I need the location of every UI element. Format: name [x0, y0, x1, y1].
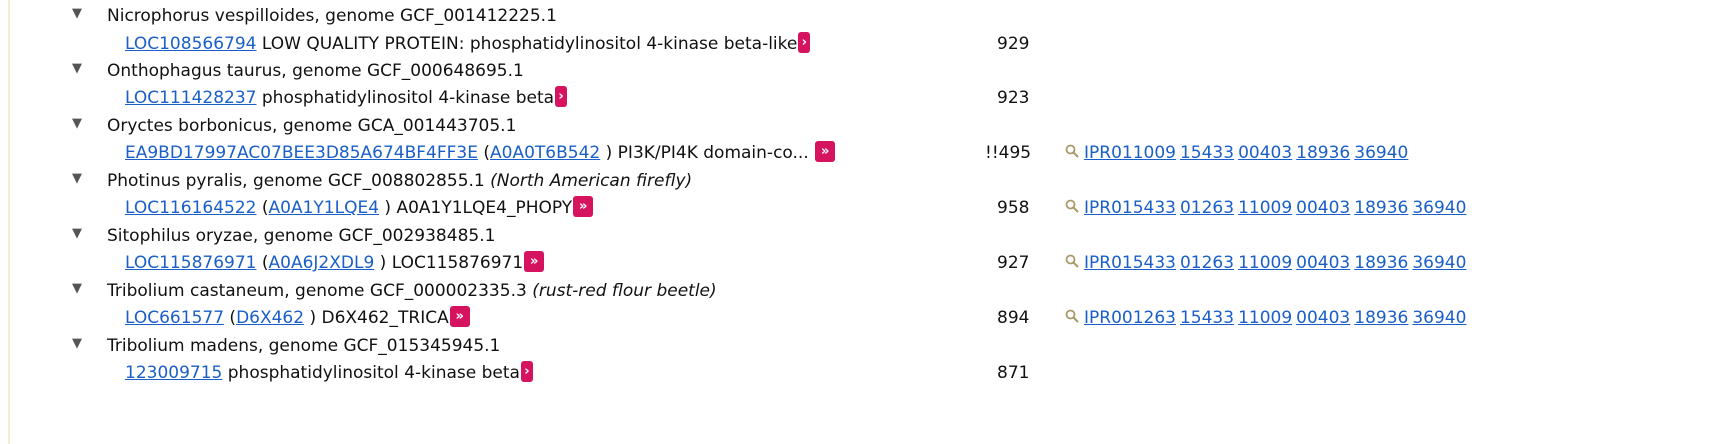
interpro-link[interactable]: 00403	[1296, 198, 1350, 218]
uniprot-open-paren: (	[224, 308, 237, 328]
protein-length: 927	[997, 253, 1030, 273]
interpro-link[interactable]: IPR001263	[1084, 308, 1176, 328]
protein-length: 894	[997, 308, 1030, 328]
protein-description: phosphatidylinositol 4-kinase beta	[256, 88, 555, 108]
protein-row: LOC116164522 (A0A1Y1LQE4 ) A0A1Y1LQE4_PH…	[0, 192, 1736, 224]
interpro-link[interactable]: 11009	[1238, 308, 1292, 328]
triangle-down-icon[interactable]: ▼	[72, 166, 82, 192]
chevron-right-icon[interactable]: ›	[798, 31, 811, 53]
locus-link[interactable]: LOC116164522	[125, 198, 256, 218]
magnifier-icon[interactable]	[1065, 254, 1079, 268]
interpro-domains: IPR015433 01263 11009 00403 18936 36940	[1065, 247, 1470, 279]
protein-length: 923	[997, 88, 1030, 108]
interpro-link[interactable]: 15433	[1180, 308, 1234, 328]
protein-length: !!495	[985, 143, 1032, 163]
interpro-link[interactable]: 00403	[1296, 253, 1350, 273]
chevron-right-icon[interactable]: »	[449, 305, 470, 327]
interpro-link[interactable]: 36940	[1354, 143, 1408, 163]
uniprot-link[interactable]: A0A1Y1LQE4	[269, 198, 380, 218]
interpro-link[interactable]: 18936	[1354, 308, 1408, 328]
uniprot-open-paren: (	[256, 198, 269, 218]
protein-description: phosphatidylinositol 4-kinase beta	[222, 363, 520, 383]
locus-link[interactable]: LOC115876971	[125, 253, 256, 273]
triangle-down-icon[interactable]: ▼	[72, 1, 82, 27]
protein-description: ) LOC115876971	[374, 253, 524, 273]
triangle-down-icon[interactable]: ▼	[72, 56, 82, 82]
interpro-link[interactable]: 00403	[1238, 143, 1292, 163]
protein-description: ) PI3K/PI4K domain-co...	[600, 143, 809, 163]
chevron-right-icon[interactable]: »	[524, 250, 545, 272]
protein-row: LOC661577 (D6X462 ) D6X462_TRICA» 894 IP…	[0, 302, 1736, 334]
protein-length: 871	[997, 363, 1030, 383]
interpro-link[interactable]: 00403	[1296, 308, 1350, 328]
interpro-link[interactable]: IPR011009	[1084, 143, 1176, 163]
interpro-link[interactable]: 18936	[1354, 253, 1408, 273]
interpro-link[interactable]: 36940	[1412, 198, 1466, 218]
protein-description: LOW QUALITY PROTEIN: phosphatidylinosito…	[256, 34, 798, 54]
interpro-domains: IPR001263 15433 11009 00403 18936 36940	[1065, 302, 1470, 334]
interpro-domains: IPR011009 15433 00403 18936 36940	[1065, 137, 1412, 169]
uniprot-link[interactable]: D6X462	[236, 308, 304, 328]
locus-link[interactable]: LOC108566794	[125, 34, 256, 54]
organism-common-name: (North American firefly)	[490, 171, 693, 191]
organism-label: Nicrophorus vespilloides, genome GCF_001…	[107, 6, 557, 26]
chevron-right-icon[interactable]: ›	[555, 85, 568, 107]
triangle-down-icon[interactable]: ▼	[72, 276, 82, 302]
interpro-link[interactable]: 18936	[1296, 143, 1350, 163]
locus-link[interactable]: EA9BD17997AC07BEE3D85A674BF4FF3E	[125, 143, 478, 163]
protein-description: ) D6X462_TRICA	[304, 308, 449, 328]
chevron-right-icon[interactable]: »	[573, 195, 594, 217]
locus-link[interactable]: LOC111428237	[125, 88, 256, 108]
interpro-link[interactable]: 11009	[1238, 198, 1292, 218]
protein-row: LOC111428237 phosphatidylinositol 4-kina…	[0, 82, 1736, 114]
uniprot-link[interactable]: A0A6J2XDL9	[269, 253, 375, 273]
chevron-right-icon[interactable]: »	[815, 140, 836, 162]
magnifier-icon[interactable]	[1065, 199, 1079, 213]
uniprot-open-paren: (	[256, 253, 269, 273]
protein-description: ) A0A1Y1LQE4_PHOPY	[379, 198, 573, 218]
triangle-down-icon[interactable]: ▼	[72, 111, 82, 137]
interpro-link[interactable]: 36940	[1412, 253, 1466, 273]
magnifier-icon[interactable]	[1065, 309, 1079, 323]
interpro-link[interactable]: 01263	[1180, 198, 1234, 218]
magnifier-icon[interactable]	[1065, 144, 1079, 158]
locus-link[interactable]: LOC661577	[125, 308, 224, 328]
locus-link[interactable]: 123009715	[125, 363, 222, 383]
interpro-link[interactable]: 18936	[1354, 198, 1408, 218]
protein-row: 123009715 phosphatidylinositol 4-kinase …	[0, 357, 1736, 389]
chevron-right-icon[interactable]: ›	[520, 360, 533, 382]
protein-row: EA9BD17997AC07BEE3D85A674BF4FF3E (A0A0T6…	[0, 137, 1736, 169]
interpro-link[interactable]: 36940	[1412, 308, 1466, 328]
interpro-link[interactable]: 15433	[1180, 143, 1234, 163]
organism-row[interactable]: ▼ Nicrophorus vespilloides, genome GCF_0…	[0, 1, 1736, 31]
interpro-link[interactable]: 11009	[1238, 253, 1292, 273]
protein-length: 958	[997, 198, 1030, 218]
interpro-link[interactable]: IPR015433	[1084, 198, 1176, 218]
triangle-down-icon[interactable]: ▼	[72, 221, 82, 247]
interpro-link[interactable]: IPR015433	[1084, 253, 1176, 273]
uniprot-link[interactable]: A0A0T6B542	[490, 143, 600, 163]
interpro-link[interactable]: 01263	[1180, 253, 1234, 273]
uniprot-open-paren: (	[477, 143, 491, 163]
interpro-domains: IPR015433 01263 11009 00403 18936 36940	[1065, 192, 1470, 224]
protein-row: LOC115876971 (A0A6J2XDL9 ) LOC115876971»…	[0, 247, 1736, 279]
triangle-down-icon[interactable]: ▼	[72, 331, 82, 357]
organism-common-name: (rust-red flour beetle)	[532, 281, 717, 301]
